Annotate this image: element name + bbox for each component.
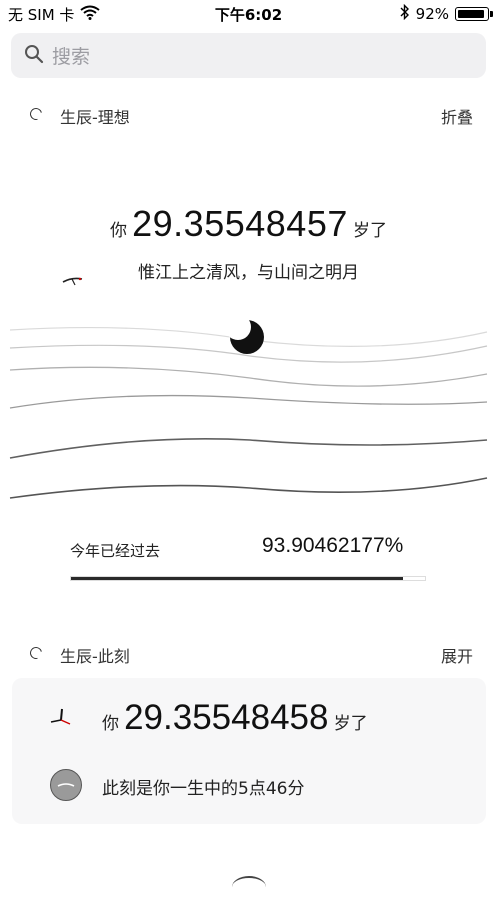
- age-suffix-now: 岁了: [333, 714, 368, 734]
- loading-ring-icon: [27, 644, 45, 662]
- now-card: 你 29.35548458 岁了 此刻是你一生中的5点46分: [12, 678, 486, 824]
- battery-icon: [455, 7, 493, 21]
- battery-percent: 92%: [415, 5, 449, 23]
- avatar: [50, 769, 82, 801]
- moon-icon: [225, 314, 264, 354]
- age-prefix-now: 你: [102, 714, 119, 734]
- clock-icon: [49, 706, 71, 728]
- battery-nub: [490, 11, 493, 17]
- bird-icon: [62, 277, 83, 286]
- bottom-arc-decoration: [232, 876, 266, 898]
- age-value: 29.35548457: [132, 203, 348, 244]
- loading-ring-icon: [27, 105, 45, 123]
- collapse-button[interactable]: 折叠: [441, 104, 473, 128]
- battery-fill: [458, 10, 484, 18]
- year-progress-label: 今年已经过去: [70, 542, 161, 560]
- status-right: 92%: [400, 3, 493, 24]
- age-display-now: 你 29.35548458 岁了: [102, 698, 368, 738]
- expand-button[interactable]: 展开: [441, 643, 473, 667]
- search-bar[interactable]: 搜索: [11, 33, 486, 78]
- section-title-ideal: 生辰-理想: [60, 108, 130, 127]
- wave-illustration: [9, 314, 488, 499]
- status-bar: 无 SIM 卡 下午6:02 92%: [0, 0, 497, 28]
- section-title-now: 生辰-此刻: [60, 647, 130, 666]
- section-header-now: 生辰-此刻 展开: [0, 643, 497, 667]
- year-progress-bar: [70, 576, 426, 581]
- year-progress-fill: [71, 577, 404, 580]
- age-display: 你 29.35548457 岁了: [0, 203, 497, 245]
- section-header-ideal: 生辰-理想 折叠: [0, 104, 497, 128]
- search-placeholder: 搜索: [52, 46, 91, 68]
- age-value-now: 29.35548458: [124, 698, 329, 737]
- moment-text: 此刻是你一生中的5点46分: [102, 779, 305, 799]
- year-progress-percent: 93.90462177%: [262, 534, 404, 557]
- bluetooth-icon: [400, 3, 410, 24]
- age-prefix: 你: [110, 221, 128, 241]
- search-icon: [24, 44, 44, 68]
- age-suffix: 岁了: [352, 221, 387, 241]
